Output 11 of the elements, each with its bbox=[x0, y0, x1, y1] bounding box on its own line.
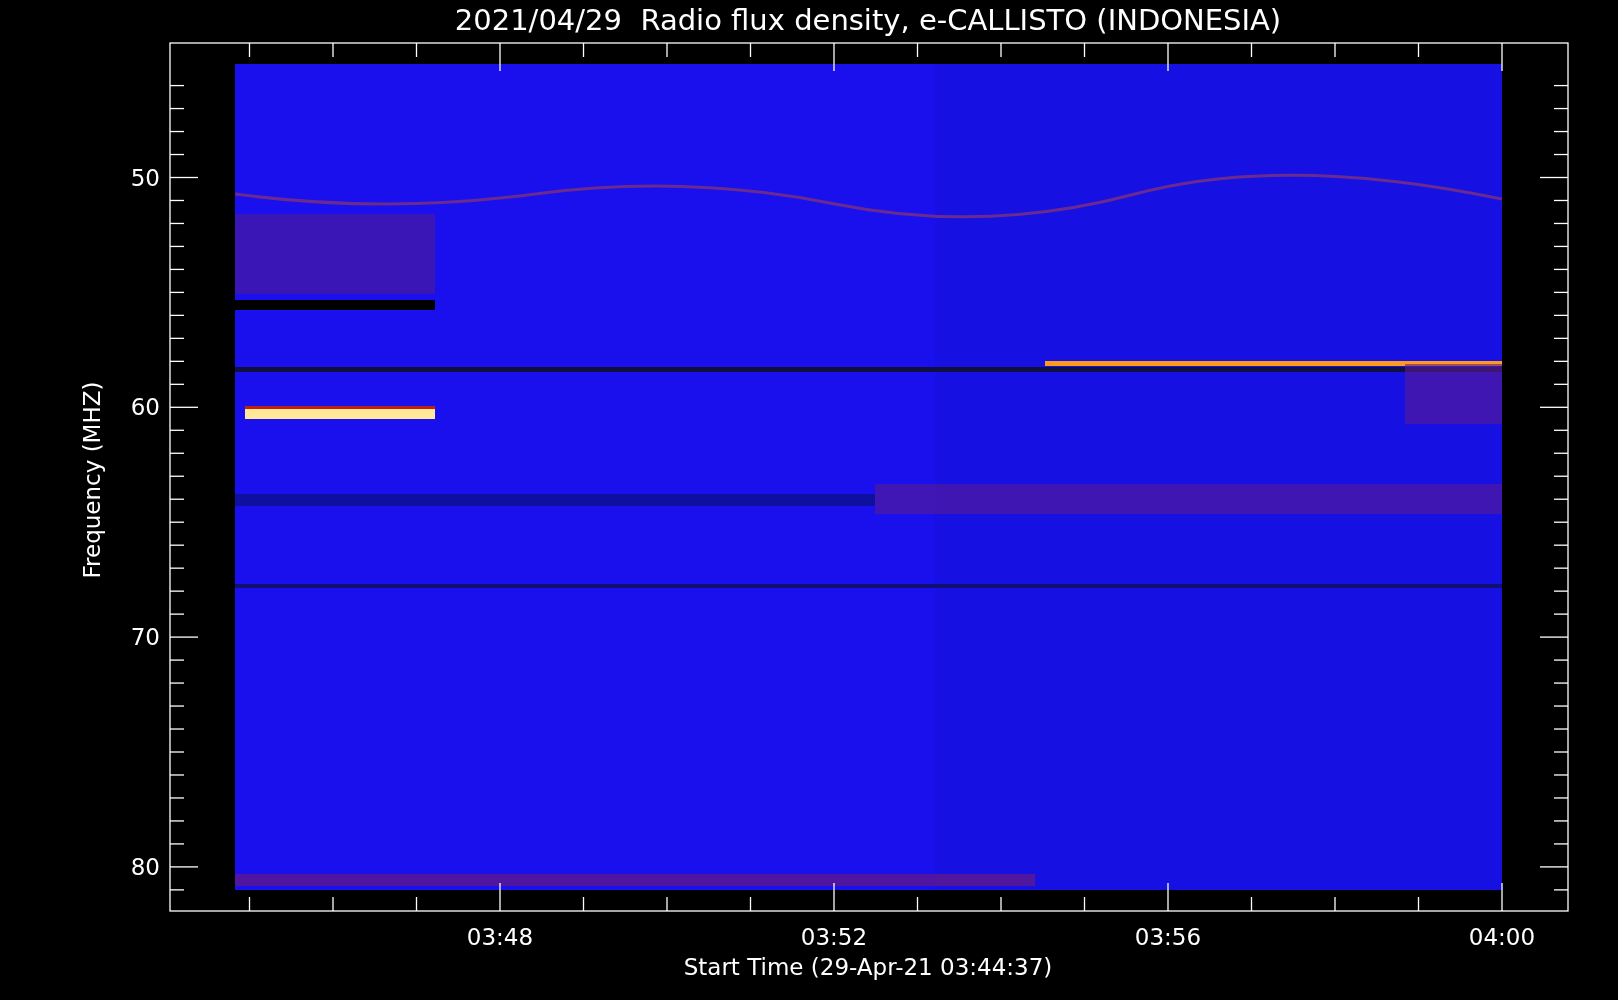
chart-title: 2021/04/29 Radio flux density, e-CALLISTO (INDONESIA) bbox=[454, 3, 1282, 37]
axis-tick-label: 03:52 bbox=[800, 924, 868, 950]
axis-title: Start Time (29-Apr-21 03:44:37) bbox=[683, 954, 1053, 980]
axis-tick-label: 03:56 bbox=[1134, 924, 1202, 950]
axis-tick-label: 80 bbox=[130, 853, 160, 880]
axis-tick-label: 50 bbox=[130, 164, 160, 191]
axis-tick-label: 70 bbox=[130, 624, 160, 651]
axis-tick-label: 04:00 bbox=[1468, 924, 1536, 950]
axis-tick-label: 60 bbox=[130, 394, 160, 421]
axis-title: Frequency (MHZ) bbox=[79, 381, 105, 579]
axis-tick-label: 03:48 bbox=[466, 924, 534, 950]
